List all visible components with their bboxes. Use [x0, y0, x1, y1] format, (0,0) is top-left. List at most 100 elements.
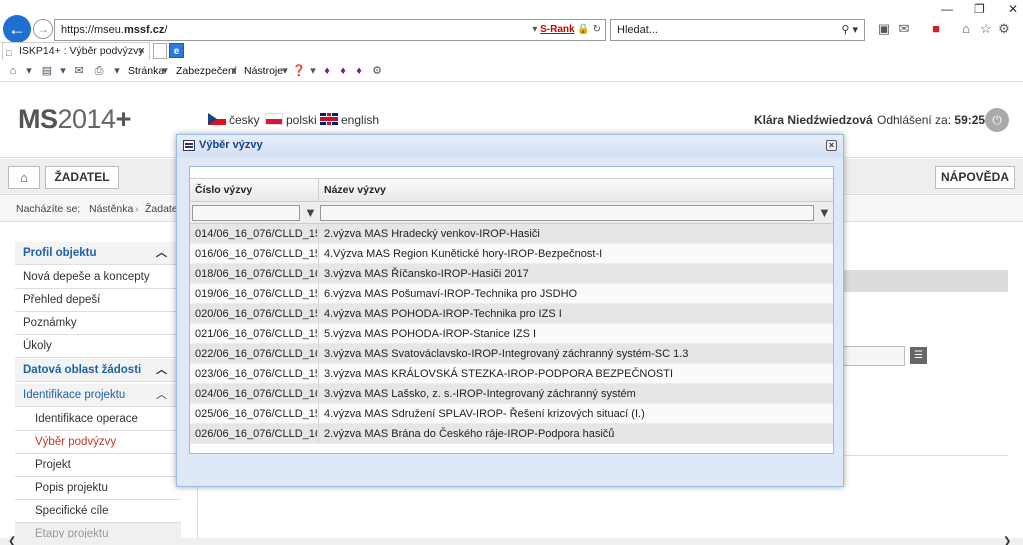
dialog-title-bar[interactable]: Výběr výzvy ×: [177, 135, 843, 157]
content-section-header: [843, 270, 1008, 292]
cell-cislo-vyzvy: 021/06_16_076/CLLD_15_...: [195, 328, 317, 340]
table-row[interactable]: 022/06_16_076/CLLD_16_... 3.výzva MAS Sv…: [190, 344, 833, 364]
dropdown-icon[interactable]: ▾: [158, 64, 172, 78]
cell-nazev-vyzvy: 2.výzva MAS Brána do Českého ráje-IROP-P…: [324, 428, 615, 440]
close-icon[interactable]: ×: [826, 140, 837, 151]
addon-icon[interactable]: ■: [928, 21, 944, 37]
table-row[interactable]: 021/06_16_076/CLLD_15_... 5.výzva MAS PO…: [190, 324, 833, 344]
language-english[interactable]: english: [320, 112, 379, 128]
breadcrumb-item-zadatel[interactable]: Žadatel: [145, 196, 180, 222]
content-input[interactable]: [843, 346, 905, 366]
minimize-icon[interactable]: —: [941, 2, 953, 16]
horizontal-scrollbar[interactable]: [0, 538, 1023, 545]
list-icon[interactable]: ☰: [910, 347, 927, 364]
table-row[interactable]: 016/06_16_076/CLLD_15_... 4.Výzva MAS Re…: [190, 244, 833, 264]
ie-logo-icon[interactable]: e: [169, 43, 184, 58]
browser-chrome: ← → https://mseu.mssf.cz/ ▾ S-Rank 🔒 ↻ H…: [0, 0, 1023, 43]
table-row[interactable]: 025/06_16_076/CLLD_15_... 4.výzva MAS Sd…: [190, 404, 833, 424]
dropdown-icon[interactable]: ▾: [278, 64, 292, 78]
table-row[interactable]: 020/06_16_076/CLLD_15_... 4.výzva MAS PO…: [190, 304, 833, 324]
napoveda-button[interactable]: NÁPOVĚDA: [935, 166, 1015, 189]
table-row[interactable]: 024/06_16_076/CLLD_16_... 3.výzva MAS La…: [190, 384, 833, 404]
filter-icon[interactable]: ▼: [304, 206, 317, 220]
search-dropdown-icon[interactable]: ▾: [532, 24, 537, 35]
print-icon[interactable]: ⎙: [92, 64, 106, 78]
sidebar-item-ukoly[interactable]: Úkoly: [15, 335, 181, 358]
sidebar-item-vyber-podvyzvy[interactable]: Výběr podvýzvy: [15, 431, 181, 454]
sidebar-item-specificke-cile[interactable]: Specifické cíle: [15, 500, 181, 523]
home-icon[interactable]: ⌂: [6, 64, 20, 78]
sidebar-item-prehled-depesi[interactable]: Přehled depeší: [15, 289, 181, 312]
cell-cislo-vyzvy: 018/06_16_076/CLLD_16_...: [195, 268, 317, 280]
dropdown-icon[interactable]: ▾: [22, 64, 36, 78]
cell-nazev-vyzvy: 4.Výzva MAS Region Kunětické hory-IROP-B…: [324, 248, 603, 260]
cell-cislo-vyzvy: 019/06_16_076/CLLD_15_...: [195, 288, 317, 300]
home-button[interactable]: ⌂: [8, 166, 40, 189]
table-row[interactable]: 014/06_16_076/CLLD_15_... 2.výzva MAS Hr…: [190, 224, 833, 244]
mail-icon[interactable]: ✉: [72, 64, 86, 78]
sidebar-item-datova-oblast[interactable]: Datová oblast žádosti ︿: [15, 359, 181, 382]
sidebar-item-poznamky[interactable]: Poznámky: [15, 312, 181, 335]
language-czech[interactable]: česky: [208, 112, 260, 128]
search-input[interactable]: Hledat... ⚲ ▾: [610, 19, 865, 41]
scroll-right-icon[interactable]: ❯: [1003, 536, 1011, 545]
dropdown-icon[interactable]: ▾: [56, 64, 70, 78]
chevron-up-icon[interactable]: ︿: [156, 384, 167, 406]
new-tab-icon[interactable]: [153, 43, 167, 59]
sidebar-item-projekt[interactable]: Projekt: [15, 454, 181, 477]
cell-nazev-vyzvy: 4.výzva MAS Sdružení SPLAV-IROP- Řešení …: [324, 408, 645, 420]
table-row[interactable]: 023/06_16_076/CLLD_15_... 3.výzva MAS KR…: [190, 364, 833, 384]
lock-icon: 🔒: [577, 24, 590, 35]
user-name[interactable]: Klára Niedźwiedzová: [754, 113, 873, 127]
sidebar-item-popis-projektu[interactable]: Popis projektu: [15, 477, 181, 500]
language-polish[interactable]: polski: [265, 112, 317, 128]
sidebar-item-nova-depese[interactable]: Nová depeše a koncepty: [15, 266, 181, 289]
column-header-cislo[interactable]: Číslo výzvy: [195, 179, 252, 201]
mail-icon[interactable]: ✉: [896, 21, 912, 37]
table-row[interactable]: 019/06_16_076/CLLD_15_... 6.výzva MAS Po…: [190, 284, 833, 304]
command-bar: ⌂ ▾ ▤ ▾ ✉ ⎙ ▾ Stránka ▾ Zabezpečení ▾ Ná…: [0, 60, 1023, 82]
sidebar-item-profil-objektu[interactable]: Profil objektu ︿: [15, 242, 181, 265]
filter-input-cislo[interactable]: [192, 205, 300, 221]
dropdown-icon[interactable]: ▾: [227, 64, 241, 78]
addon-icon[interactable]: ♦: [336, 64, 350, 78]
refresh-icon[interactable]: ↻: [593, 24, 601, 35]
scroll-left-icon[interactable]: ❮: [8, 536, 16, 545]
favorites-star-icon[interactable]: ☆: [978, 21, 994, 37]
breadcrumb-item-nastenka[interactable]: Nástěnka: [89, 196, 133, 222]
close-window-icon[interactable]: ✕: [1008, 2, 1018, 16]
dropdown-icon[interactable]: ▾: [306, 64, 320, 78]
chevron-up-icon[interactable]: ︿: [156, 359, 167, 381]
table-row[interactable]: 026/06_16_076/CLLD_16_... 2.výzva MAS Br…: [190, 424, 833, 444]
uk-flag-icon: [320, 113, 338, 125]
shield-icon[interactable]: ▣: [876, 21, 892, 37]
help-icon[interactable]: ❓: [292, 64, 306, 78]
tab-close-icon[interactable]: ×: [139, 43, 145, 59]
filter-input-nazev[interactable]: [320, 205, 814, 221]
addon-icon[interactable]: ♦: [320, 64, 334, 78]
sidebar-item-identifikace-projektu[interactable]: Identifikace projektu ︿: [15, 384, 181, 407]
forward-arrow-icon[interactable]: →: [33, 19, 53, 39]
back-arrow-icon[interactable]: ←: [3, 15, 31, 43]
restore-icon[interactable]: ❐: [974, 2, 985, 16]
feeds-icon[interactable]: ▤: [40, 64, 54, 78]
chevron-up-icon[interactable]: ︿: [156, 242, 167, 264]
cell-nazev-vyzvy: 3.výzva MAS KRÁLOVSKÁ STEZKA-IROP-PODPOR…: [324, 368, 674, 380]
settings-gear-icon[interactable]: ⚙: [996, 21, 1012, 37]
search-icon[interactable]: ⚲ ▾: [841, 20, 858, 40]
column-header-nazev[interactable]: Název výzvy: [324, 179, 386, 201]
tab-active[interactable]: □ ISKP14+ : Výběr podvýzvy ×: [2, 42, 150, 60]
ms2014-logo[interactable]: MS2014+: [18, 104, 131, 135]
filter-icon[interactable]: ▼: [818, 206, 831, 220]
sidebar-item-identifikace-operace[interactable]: Identifikace operace: [15, 408, 181, 431]
table-row[interactable]: 018/06_16_076/CLLD_16_... 3.výzva MAS Ří…: [190, 264, 833, 284]
cell-cislo-vyzvy: 023/06_16_076/CLLD_15_...: [195, 368, 317, 380]
address-bar[interactable]: https://mseu.mssf.cz/ ▾ S-Rank 🔒 ↻: [54, 19, 606, 41]
dropdown-icon[interactable]: ▾: [110, 64, 124, 78]
srank-badge[interactable]: S-Rank: [540, 24, 574, 35]
settings-gear-icon[interactable]: ⚙: [370, 64, 384, 78]
home-icon[interactable]: ⌂: [958, 21, 974, 37]
power-icon[interactable]: ⏻: [985, 108, 1009, 132]
addon-icon[interactable]: ♦: [352, 64, 366, 78]
zadatel-button[interactable]: ŽADATEL: [45, 166, 119, 189]
